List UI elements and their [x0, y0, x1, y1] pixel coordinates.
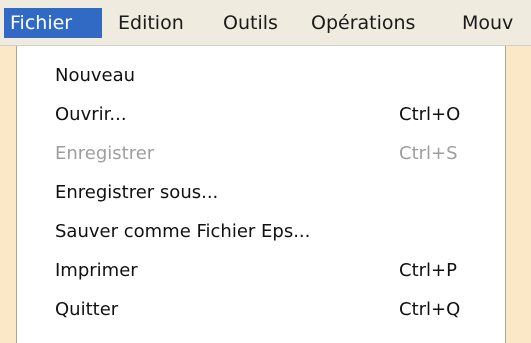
- menu-edition[interactable]: Edition: [112, 8, 190, 38]
- menu-item-nouveau[interactable]: Nouveau: [17, 58, 505, 94]
- menu-fichier[interactable]: Fichier: [4, 8, 102, 38]
- menu-bar: Fichier Edition Outils Opérations Mouv: [0, 0, 531, 46]
- menu-outils[interactable]: Outils: [217, 8, 284, 38]
- menu-item-label: Quitter: [55, 299, 119, 320]
- file-menu-dropdown: Nouveau Ouvrir... Ctrl+O Enregistrer Ctr…: [16, 46, 506, 343]
- menu-item-quitter[interactable]: Quitter Ctrl+Q: [17, 292, 505, 328]
- menu-item-label: Imprimer: [55, 260, 138, 281]
- shortcut-label: Ctrl+S: [399, 143, 458, 164]
- menu-item-label: Enregistrer sous...: [55, 182, 219, 203]
- shortcut-label: Ctrl+O: [399, 104, 461, 125]
- menu-item-label: Enregistrer: [55, 143, 155, 164]
- menu-item-enregistrer: Enregistrer Ctrl+S: [17, 136, 505, 172]
- menu-item-label: Sauver comme Fichier Eps...: [55, 221, 311, 242]
- menu-item-label: Ouvrir...: [55, 104, 127, 125]
- menu-operations[interactable]: Opérations: [305, 8, 421, 38]
- menu-item-ouvrir[interactable]: Ouvrir... Ctrl+O: [17, 97, 505, 133]
- menu-mouvement[interactable]: Mouv: [456, 8, 519, 38]
- menu-item-imprimer[interactable]: Imprimer Ctrl+P: [17, 253, 505, 289]
- menu-item-label: Nouveau: [55, 65, 136, 86]
- menu-item-enregistrer-sous[interactable]: Enregistrer sous...: [17, 175, 505, 211]
- shortcut-label: Ctrl+P: [399, 260, 457, 281]
- menu-item-sauver-eps[interactable]: Sauver comme Fichier Eps...: [17, 214, 505, 250]
- shortcut-label: Ctrl+Q: [399, 299, 461, 320]
